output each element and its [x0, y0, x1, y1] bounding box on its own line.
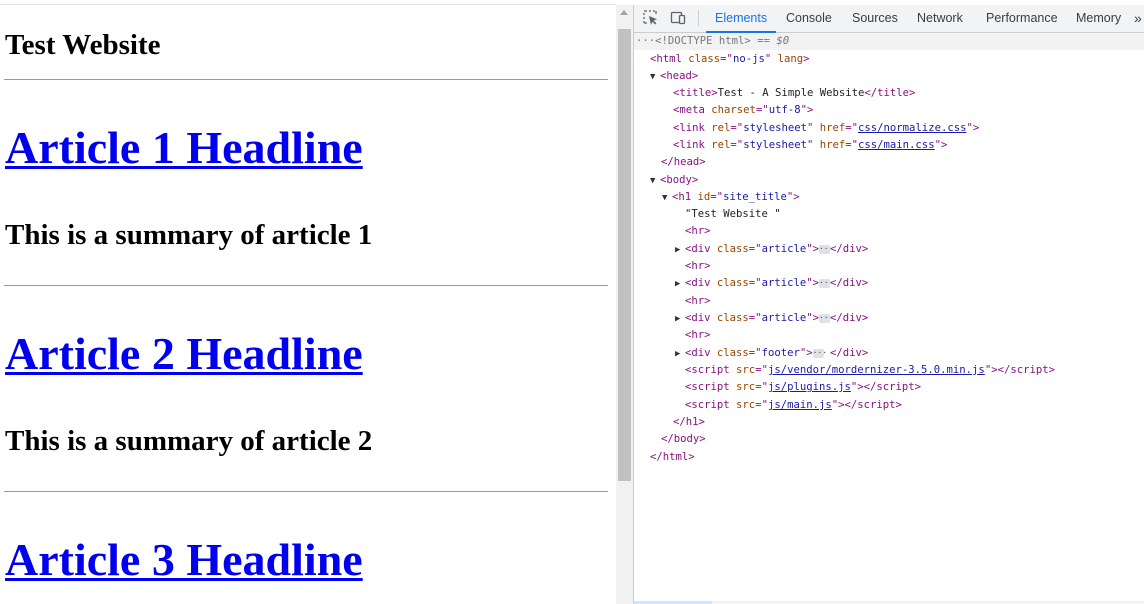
article-1-summary: This is a summary of article 1	[5, 219, 373, 251]
inspect-element-icon[interactable]	[643, 10, 659, 26]
dom-node-script-main[interactable]: <script src="js/main.js"></script>	[634, 397, 902, 414]
tab-performance[interactable]: Performance	[986, 5, 1058, 32]
dom-node-hr[interactable]: <hr>	[634, 223, 711, 240]
dom-node-hr[interactable]: <hr>	[634, 258, 711, 275]
main-css-link[interactable]: css/main.css	[858, 139, 935, 151]
dom-node-head-close[interactable]: </head>	[634, 154, 706, 171]
collapse-triangle-icon[interactable]: ▼	[650, 173, 660, 190]
article-1-link[interactable]: Article 1 Headline	[5, 122, 363, 173]
article-2-summary: This is a summary of article 2	[5, 425, 373, 457]
collapsed-content-icon[interactable]: ···	[818, 244, 833, 254]
dom-node-text[interactable]: "Test Website "	[634, 206, 781, 223]
article-2-headline: Article 2 Headline	[5, 328, 363, 380]
dom-node-hr[interactable]: <hr>	[634, 293, 711, 310]
main-script-link[interactable]: js/main.js	[768, 399, 832, 411]
dom-node-script-plugins[interactable]: <script src="js/plugins.js"></script>	[634, 379, 921, 396]
collapse-triangle-icon[interactable]: ▼	[650, 69, 660, 86]
dom-node-div-article[interactable]: ▶ <div class="article">···</div>	[634, 241, 868, 258]
modernizr-script-link[interactable]: js/vendor/mordernizer-3.5.0.min.js	[768, 364, 985, 376]
collapsed-content-icon[interactable]: ···	[818, 313, 833, 323]
horizontal-rule	[4, 79, 608, 80]
expand-triangle-icon[interactable]: ▶	[675, 276, 685, 293]
collapsed-content-icon[interactable]: ···	[812, 348, 827, 358]
article-3-link[interactable]: Article 3 Headline	[5, 534, 363, 585]
site-title: Test Website	[5, 29, 161, 61]
article-2-link[interactable]: Article 2 Headline	[5, 328, 363, 379]
dom-node-div-footer[interactable]: ▶ <div class="footer">··· </div>	[634, 345, 868, 362]
web-page-viewport: Test Website Article 1 Headline This is …	[0, 0, 616, 604]
tab-elements[interactable]: Elements	[705, 5, 777, 33]
dom-node-hr[interactable]: <hr>	[634, 327, 711, 344]
tab-console[interactable]: Console	[786, 5, 832, 32]
dom-node-doctype[interactable]: ···<!DOCTYPE html> == $0	[634, 33, 1144, 50]
expand-triangle-icon[interactable]: ▶	[675, 346, 685, 363]
dom-node-link-main[interactable]: <link rel="stylesheet" href="css/main.cs…	[634, 137, 947, 154]
dom-node-div-article[interactable]: ▶ <div class="article">···</div>	[634, 275, 868, 292]
page-scrollbar[interactable]	[616, 5, 633, 604]
expand-triangle-icon[interactable]: ▶	[675, 242, 685, 259]
dom-node-html[interactable]: <html class="no-js" lang>	[634, 51, 810, 68]
article-3-headline: Article 3 Headline	[5, 534, 363, 586]
plugins-script-link[interactable]: js/plugins.js	[768, 381, 851, 393]
dom-node-script-modernizr[interactable]: <script src="js/vendor/mordernizer-3.5.0…	[634, 362, 1055, 379]
scroll-thumb[interactable]	[618, 29, 631, 481]
dom-node-title[interactable]: <title>Test - A Simple Website</title>	[634, 85, 915, 102]
device-toolbar-icon[interactable]	[670, 10, 686, 26]
article-1-headline: Article 1 Headline	[5, 122, 363, 174]
dom-node-head[interactable]: ▼ <head>	[634, 68, 698, 85]
dom-node-h1-close[interactable]: </h1>	[634, 414, 705, 431]
toolbar-separator	[698, 10, 699, 26]
tab-sources[interactable]: Sources	[852, 5, 898, 32]
tab-memory[interactable]: Memory	[1076, 5, 1121, 32]
dom-node-body[interactable]: ▼ <body>	[634, 172, 698, 189]
horizontal-rule	[4, 491, 608, 492]
normalize-css-link[interactable]: css/normalize.css	[858, 122, 966, 134]
dom-node-body-close[interactable]: </body>	[634, 431, 706, 448]
dom-node-html-close[interactable]: </html>	[634, 449, 695, 466]
collapse-triangle-icon[interactable]: ▼	[662, 190, 672, 207]
collapsed-content-icon[interactable]: ···	[818, 278, 833, 288]
scroll-up-arrow-icon[interactable]	[620, 10, 628, 15]
node-ellipsis-icon[interactable]: ···	[636, 35, 655, 47]
dom-node-link-normalize[interactable]: <link rel="stylesheet" href="css/normali…	[634, 120, 979, 137]
devtools-toolbar: Elements Console Sources Network Perform…	[634, 5, 1144, 33]
horizontal-rule	[4, 285, 608, 286]
expand-triangle-icon[interactable]: ▶	[675, 311, 685, 328]
dom-node-meta[interactable]: <meta charset="utf-8">	[634, 102, 813, 119]
dom-node-div-article[interactable]: ▶ <div class="article">···</div>	[634, 310, 868, 327]
dom-node-h1[interactable]: ▼ <h1 id="site_title">	[634, 189, 800, 206]
devtools-panel: Elements Console Sources Network Perform…	[633, 5, 1144, 604]
more-tabs-icon[interactable]: »	[1134, 5, 1142, 32]
tab-network[interactable]: Network	[917, 5, 963, 32]
